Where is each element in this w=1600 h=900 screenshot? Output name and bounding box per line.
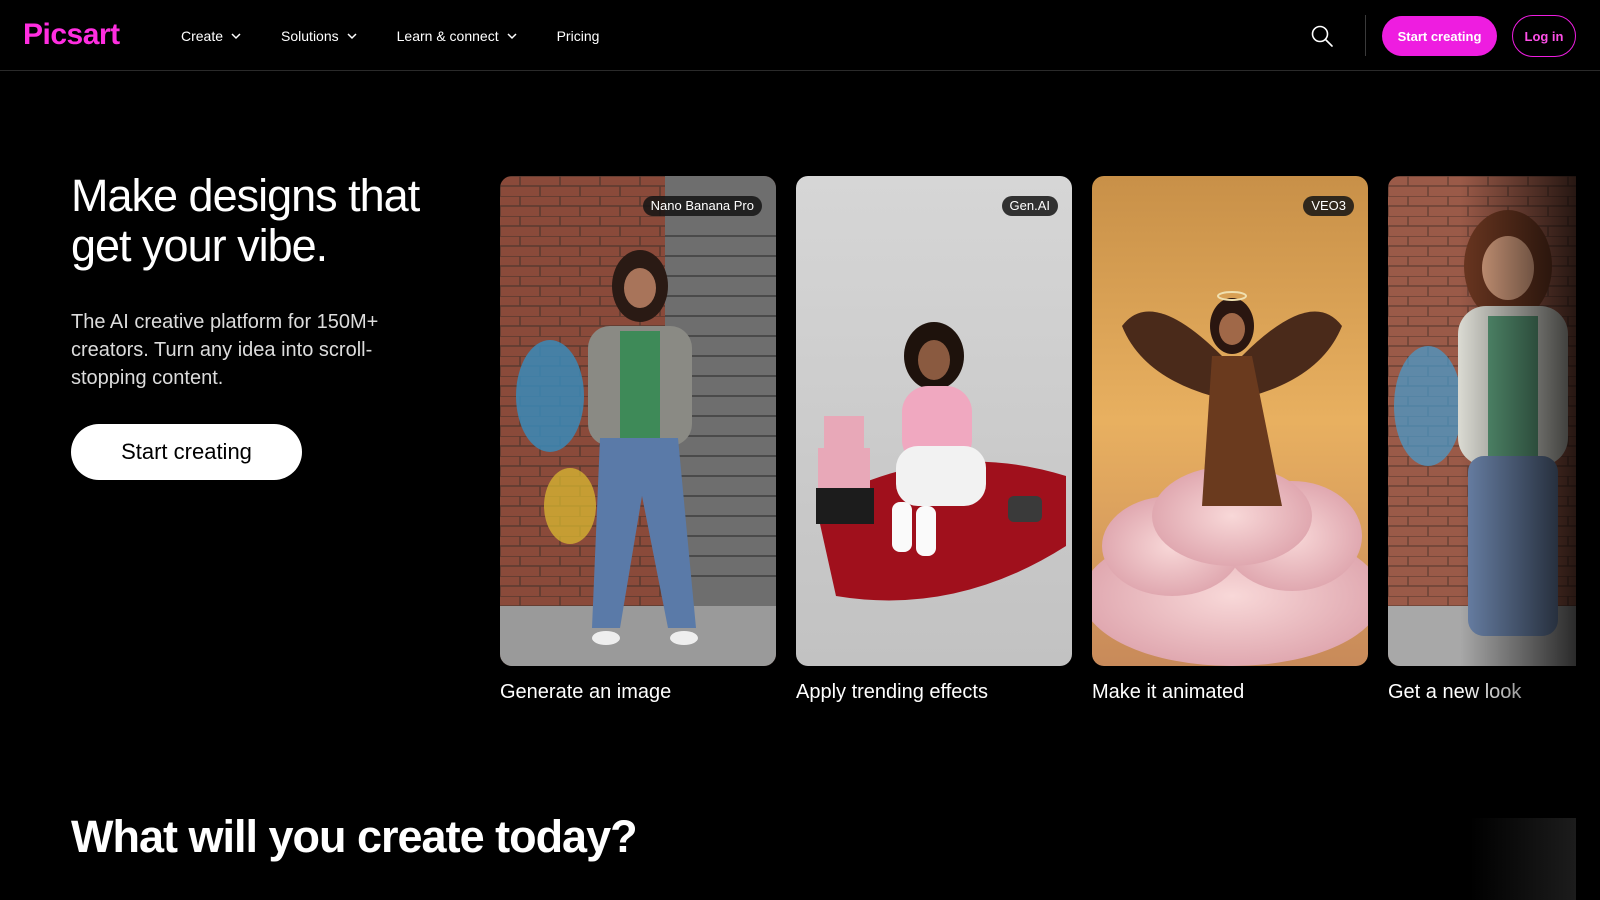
nav-item-create[interactable]: Create	[181, 26, 241, 46]
card-image: Gen.AI	[796, 176, 1072, 666]
card-apply-effects[interactable]: Gen.AI Apply trending effects	[796, 176, 1072, 704]
nav-item-solutions[interactable]: Solutions	[281, 26, 357, 46]
login-button[interactable]: Log in	[1512, 15, 1576, 57]
card-generate-image[interactable]: Nano Banana Pro Generate an image	[500, 176, 776, 704]
nav-item-learn-connect[interactable]: Learn & connect	[397, 26, 517, 46]
hero-title: Make designs that get your vibe.	[71, 170, 420, 271]
card-make-animated[interactable]: VEO3 Make it animated	[1092, 176, 1368, 704]
card-new-look[interactable]: GP Get a new look	[1388, 176, 1576, 704]
chevron-down-icon	[347, 33, 357, 40]
picsart-logo[interactable]: Picsart	[23, 18, 120, 52]
card-image: VEO3	[1092, 176, 1368, 666]
hero-subtitle: The AI creative platform for 150M+ creat…	[71, 311, 379, 389]
hero-start-creating-button[interactable]: Start creating	[71, 424, 302, 480]
chevron-down-icon	[507, 33, 517, 40]
card-image: GP	[1388, 176, 1576, 666]
nav-item-pricing[interactable]: Pricing	[557, 26, 600, 46]
section-title: What will you create today?	[71, 811, 638, 862]
nav-item-label: Pricing	[556, 28, 600, 44]
search-icon[interactable]	[1310, 24, 1334, 48]
decorative-panel	[1470, 818, 1576, 900]
start-creating-nav-button[interactable]: Start creating	[1382, 16, 1497, 56]
studio-photo	[796, 176, 1072, 666]
card-label: Apply trending effects	[796, 681, 988, 703]
card-label: Get a new look	[1388, 681, 1522, 703]
top-navbar: Picsart Create Solutions Learn & connect…	[0, 0, 1600, 71]
nav-item-label: Create	[181, 28, 224, 44]
card-label: Make it animated	[1092, 681, 1245, 703]
nav-divider	[1365, 15, 1366, 56]
doll-photo	[1388, 176, 1576, 666]
nav-item-label: Solutions	[281, 28, 339, 44]
chevron-down-icon	[231, 33, 241, 40]
brick-wall-photo	[500, 176, 776, 666]
card-image: Nano Banana Pro	[500, 176, 776, 666]
model-badge: VEO3	[1303, 196, 1354, 216]
model-badge: Nano Banana Pro	[642, 196, 762, 216]
model-badge: Gen.AI	[1001, 196, 1058, 216]
angel-cloud-photo	[1092, 176, 1368, 666]
main-nav: Create Solutions Learn & connect Pricing	[181, 26, 639, 46]
nav-item-label: Learn & connect	[396, 28, 499, 44]
card-label: Generate an image	[500, 681, 672, 703]
feature-carousel: Nano Banana Pro Generate an image Gen.AI…	[500, 176, 1576, 723]
